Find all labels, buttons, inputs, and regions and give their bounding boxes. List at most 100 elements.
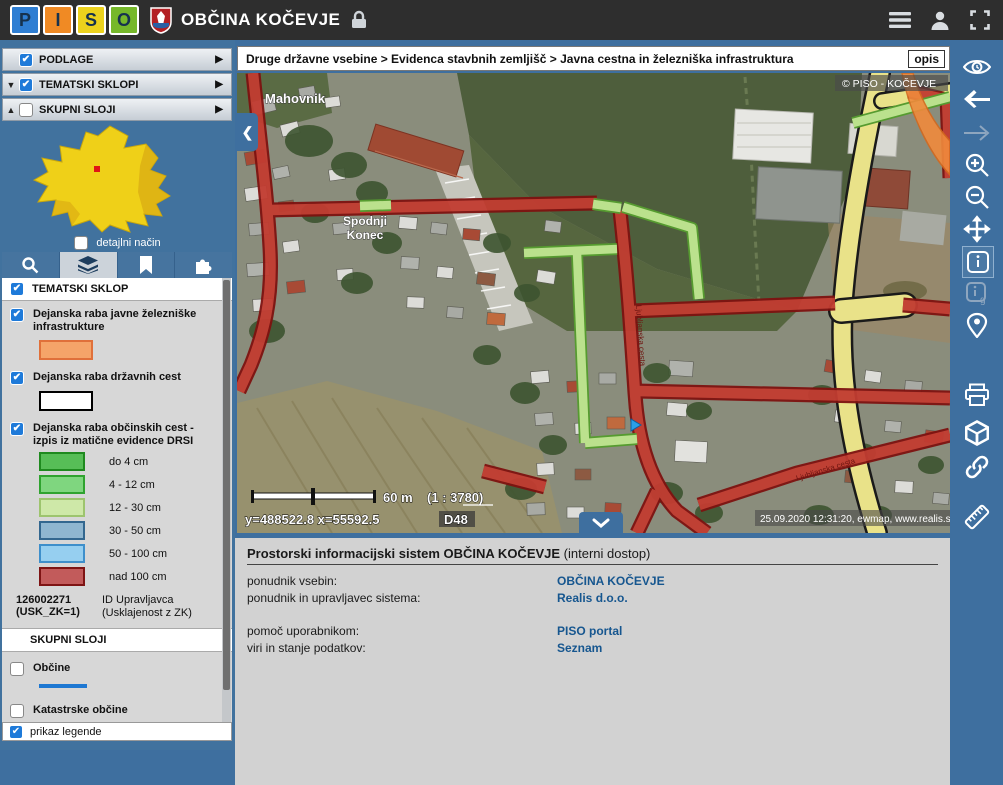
- map-viewport[interactable]: Ljubljanska cesta Ljubljanska cesta Maho…: [237, 73, 950, 533]
- row-label: viri in stanje podatkov:: [247, 640, 557, 657]
- detail-mode-label: detajlni način: [96, 237, 160, 249]
- scale-ratio[interactable]: (1 : 3780): [427, 490, 483, 505]
- ruler-icon[interactable]: [962, 502, 992, 532]
- skupni-sloji-title: SKUPNI SLOJI: [30, 634, 106, 646]
- zoom-out-icon[interactable]: [962, 182, 992, 212]
- cube-3d-icon[interactable]: [962, 418, 992, 448]
- back-arrow-icon[interactable]: [962, 84, 992, 114]
- prikaz-legende-checkbox[interactable]: ✔: [9, 725, 23, 739]
- opis-button[interactable]: opis: [908, 50, 945, 68]
- chevron-right-icon[interactable]: ▶: [215, 79, 223, 90]
- info-row: ponudnik vsebin: OBČINA KOČEVJE: [247, 573, 938, 590]
- podlage-checkbox[interactable]: ✔: [19, 53, 33, 67]
- tematski-checkbox[interactable]: ✔: [19, 78, 33, 92]
- legend-footer: ✔ prikaz legende: [2, 722, 232, 741]
- tab-search[interactable]: [2, 252, 60, 278]
- logo-letter-s: S: [76, 5, 106, 35]
- tab-bookmark[interactable]: [118, 252, 176, 278]
- sidebar-collapse-button[interactable]: ❮: [237, 113, 258, 151]
- chevron-right-icon[interactable]: ▶: [215, 104, 223, 115]
- map-toolbar: g: [950, 40, 1003, 750]
- access-type: (interni dostop): [560, 546, 650, 561]
- tematski-sklop-checkbox[interactable]: ✔: [10, 282, 24, 296]
- chevron-right-icon[interactable]: ▶: [215, 54, 223, 65]
- help-link[interactable]: PISO portal: [557, 623, 938, 640]
- legend-class-row: do 4 cm: [39, 452, 232, 471]
- legend-class-row: 12 - 30 cm: [39, 498, 232, 517]
- menu-icon[interactable]: [887, 7, 913, 33]
- cursor-coordinates: y=488522.8 x=55592.5: [245, 512, 379, 527]
- info-group-icon[interactable]: g: [962, 278, 992, 308]
- panel-skupni-label: SKUPNI SLOJI: [39, 104, 115, 116]
- map-canvas[interactable]: Ljubljanska cesta Ljubljanska cesta Maho…: [237, 73, 950, 533]
- class-label: 12 - 30 cm: [109, 502, 161, 514]
- panel-tematski-label: TEMATSKI SKLOPI: [39, 79, 138, 91]
- panel-expand-button[interactable]: [579, 512, 623, 533]
- railway-label: Dejanska raba javne železniške infrastru…: [33, 308, 208, 334]
- collapse-arrow-icon[interactable]: ▼: [3, 80, 19, 90]
- railway-checkbox[interactable]: ✔: [10, 308, 24, 322]
- tematski-sklop-title: TEMATSKI SKLOP: [32, 283, 128, 295]
- id-description: ID Upravljavca (Usklajenost z ZK): [102, 594, 212, 620]
- map-watermark: © PISO - KOČEVJE: [842, 77, 936, 90]
- logo-letter-i: I: [43, 5, 73, 35]
- detail-mode-checkbox[interactable]: ✔: [74, 236, 88, 250]
- obcine-label: Občine: [33, 662, 70, 676]
- breadcrumb-path[interactable]: Druge državne vsebine > Evidenca stavbni…: [246, 52, 908, 66]
- katastrske-label: Katastrske občine: [33, 704, 128, 718]
- print-icon[interactable]: [962, 380, 992, 410]
- sources-link[interactable]: Seznam: [557, 640, 938, 657]
- pan-icon[interactable]: [962, 214, 992, 244]
- system-provider-link[interactable]: Realis d.o.o.: [557, 590, 938, 607]
- content-provider-link[interactable]: OBČINA KOČEVJE: [557, 573, 938, 590]
- row-label: ponudnik in upravljavec sistema:: [247, 590, 557, 607]
- skupni-checkbox[interactable]: ✔: [19, 103, 33, 117]
- expand-arrow-icon[interactable]: ▲: [3, 105, 19, 115]
- link-icon[interactable]: [962, 452, 992, 482]
- legend-class-row: nad 100 cm: [39, 567, 232, 586]
- history-eye-icon[interactable]: [962, 52, 992, 82]
- row-label: ponudnik vsebin:: [247, 573, 557, 590]
- tab-addons[interactable]: [175, 252, 232, 278]
- lock-icon: [350, 10, 368, 30]
- zoom-in-icon[interactable]: [962, 150, 992, 180]
- tab-layers[interactable]: [60, 252, 118, 278]
- class-label: 50 - 100 cm: [109, 548, 167, 560]
- fullscreen-icon[interactable]: [967, 7, 993, 33]
- panel-skupni-sloji[interactable]: ▲ ✔ SKUPNI SLOJI ▶: [2, 98, 232, 121]
- katastrske-checkbox[interactable]: ✔: [10, 704, 24, 718]
- municipal-roads-checkbox[interactable]: ✔: [10, 422, 24, 436]
- legend-panel: ✔ TEMATSKI SKLOP ✔ Dejanska raba javne ž…: [2, 278, 232, 722]
- obcine-swatch: [39, 684, 87, 688]
- scale-text: 60 m: [383, 490, 413, 505]
- datum-badge[interactable]: D48: [444, 512, 468, 527]
- page-title: OBČINA KOČEVJE: [181, 10, 340, 30]
- class-swatch: [39, 498, 85, 517]
- coat-of-arms-icon: [149, 6, 173, 34]
- piso-logo[interactable]: P I S O: [10, 5, 139, 35]
- info-row: pomoč uporabnikom: PISO portal: [247, 623, 938, 640]
- panel-tematski-sklopi[interactable]: ▼ ✔ TEMATSKI SKLOPI ▶: [2, 73, 232, 96]
- svg-text:g: g: [980, 295, 986, 305]
- detail-mode-row: ✔ detajlni način: [0, 236, 235, 250]
- id-usk: (USK_ZK=1): [16, 606, 80, 618]
- scrollbar-thumb[interactable]: [223, 280, 230, 690]
- logo-letter-o: O: [109, 5, 139, 35]
- place-label-konec: Konec: [347, 228, 384, 242]
- legend-layer-katastrske: ✔ Katastrske občine: [2, 690, 232, 718]
- system-title: Prostorski informacijski sistem OBČINA K…: [247, 546, 560, 561]
- sidebar-tabs: [2, 252, 232, 278]
- prikaz-legende-label: prikaz legende: [30, 726, 102, 738]
- class-label: nad 100 cm: [109, 571, 166, 583]
- state-roads-checkbox[interactable]: ✔: [10, 371, 24, 385]
- location-pin-icon[interactable]: [962, 310, 992, 340]
- user-icon[interactable]: [927, 7, 953, 33]
- panel-podlage[interactable]: ✔ PODLAGE ▶: [2, 48, 232, 71]
- obcine-checkbox[interactable]: ✔: [10, 662, 24, 676]
- forward-arrow-icon[interactable]: [962, 118, 992, 148]
- municipality-overview-map[interactable]: [10, 122, 225, 234]
- class-swatch: [39, 544, 85, 563]
- info-tool-icon[interactable]: [962, 246, 994, 278]
- legend-scrollbar[interactable]: [222, 278, 231, 722]
- row-label: pomoč uporabnikom:: [247, 623, 557, 640]
